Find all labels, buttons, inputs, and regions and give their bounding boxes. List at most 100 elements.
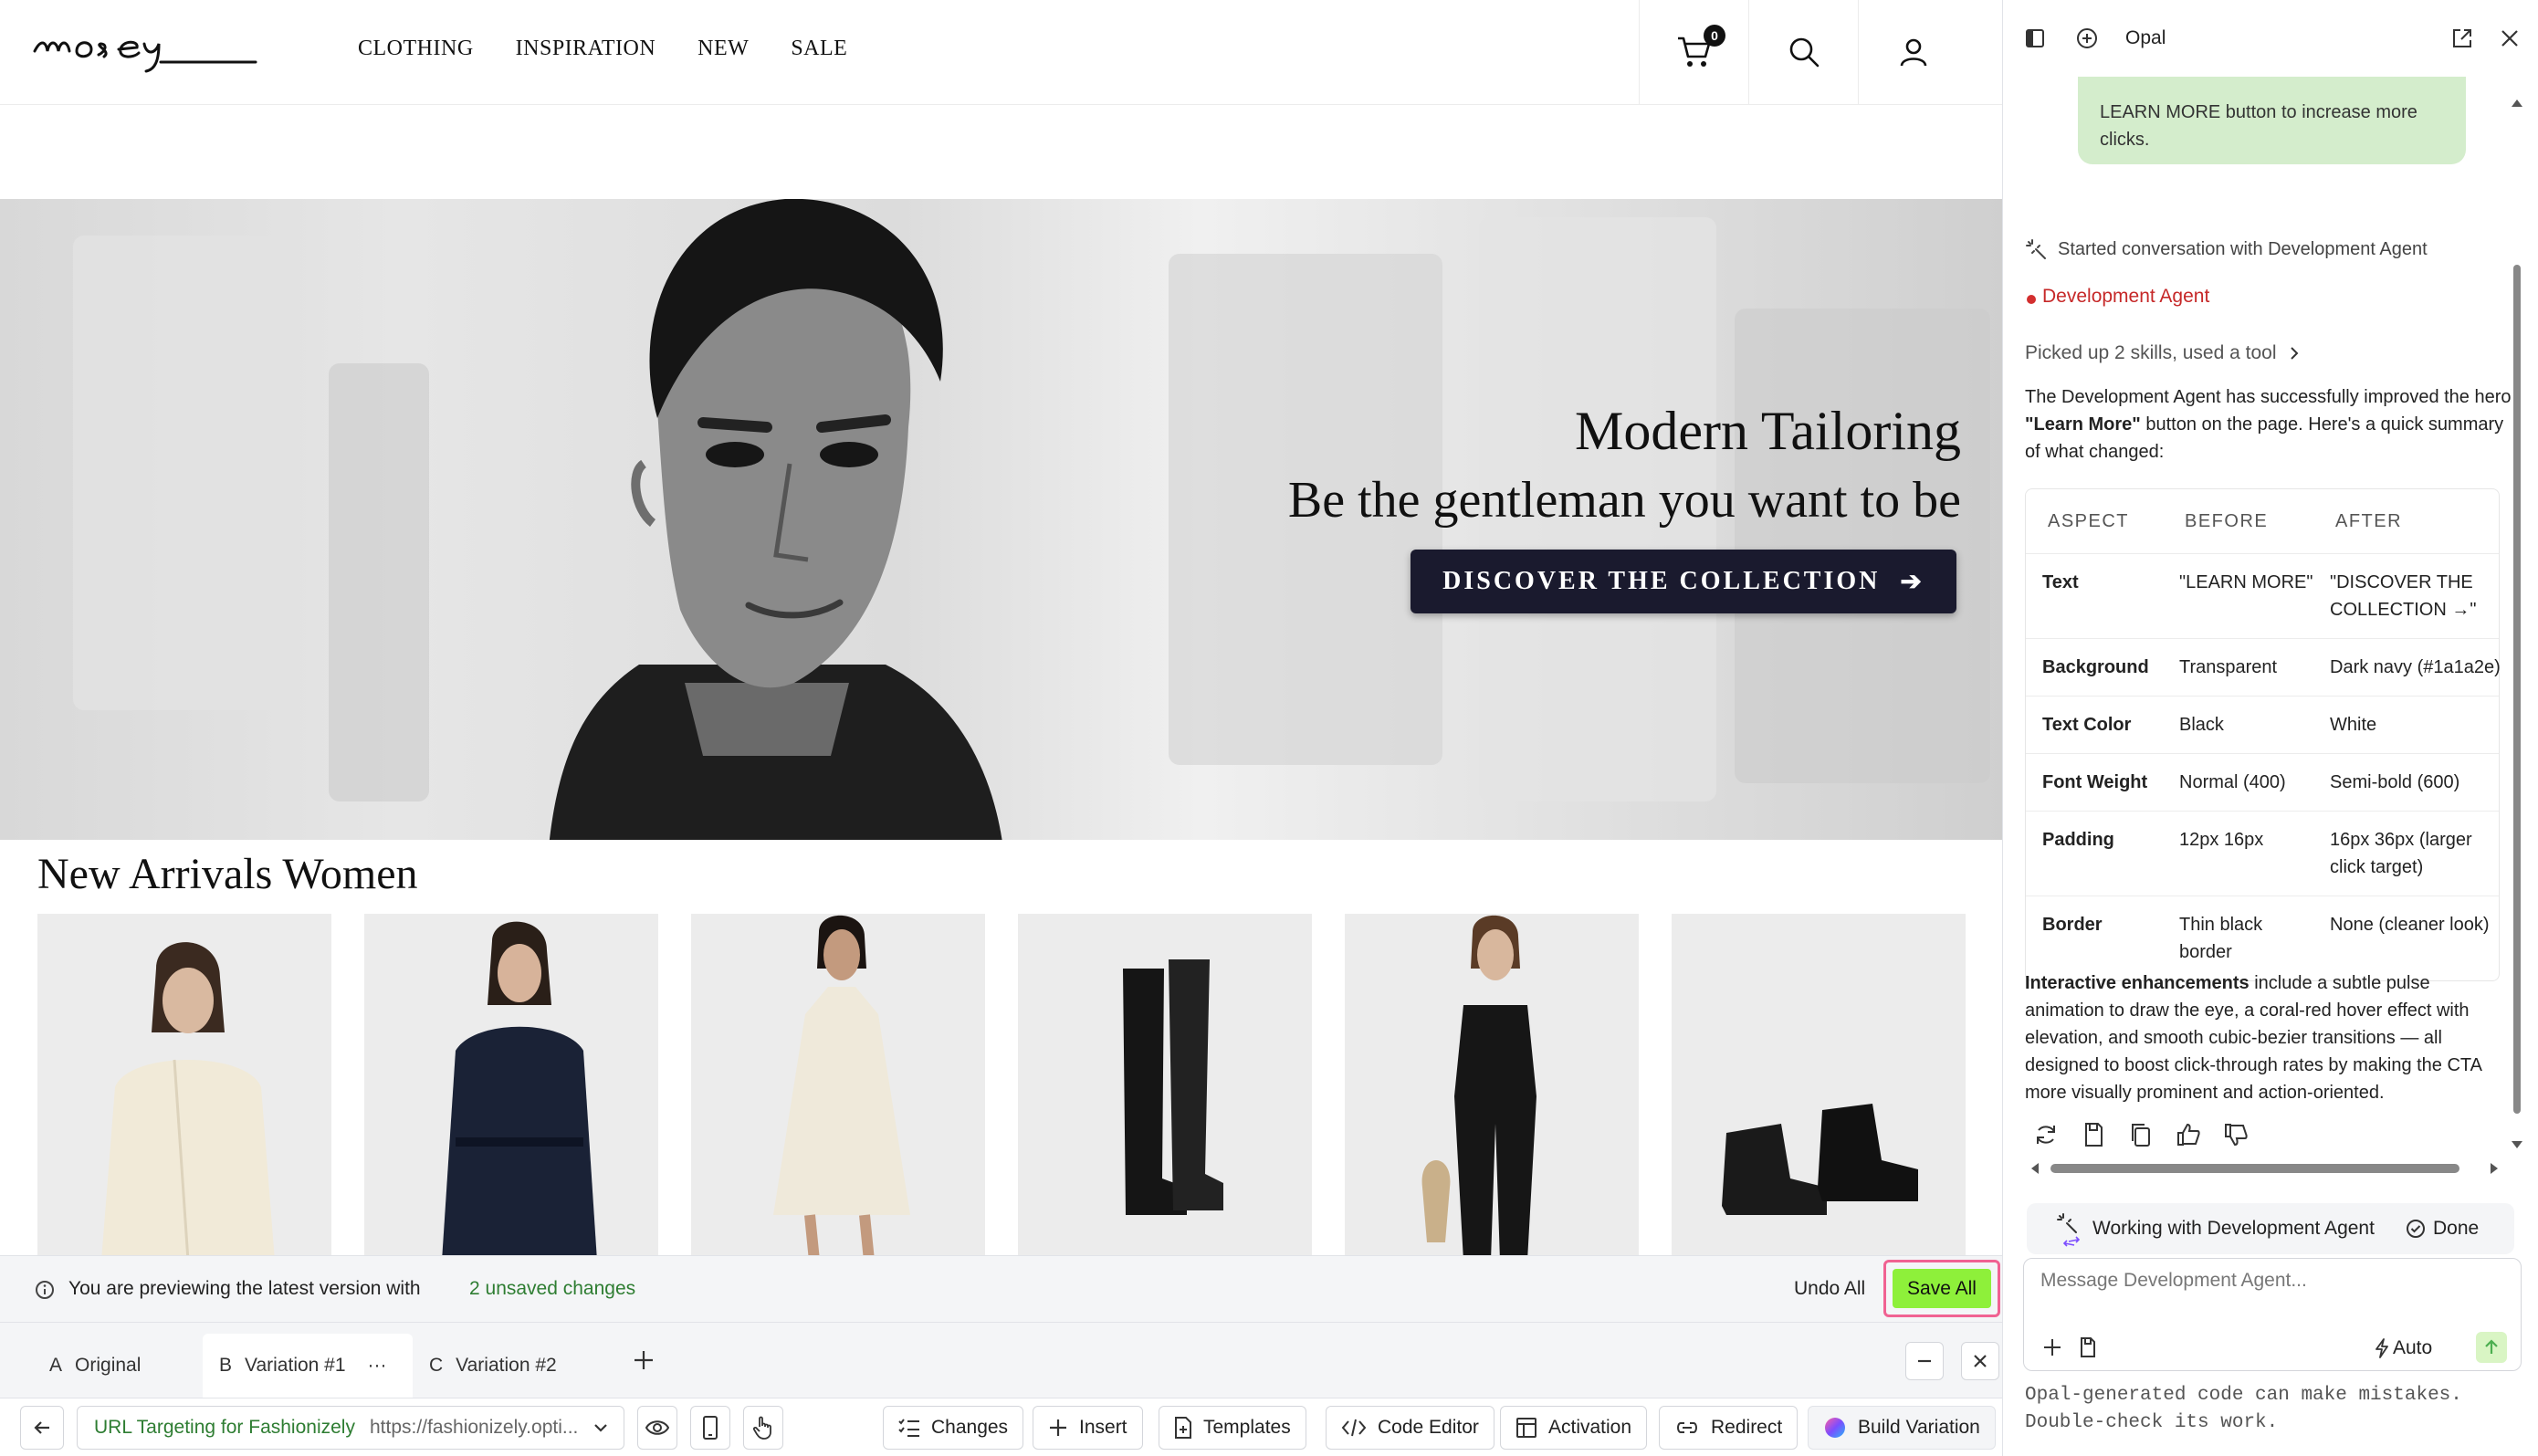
bookmark-icon[interactable] xyxy=(2080,1121,2107,1148)
url-targeting-label: URL Targeting for Fashionizely xyxy=(94,1417,355,1438)
plus-icon[interactable] xyxy=(2042,1337,2062,1357)
insert-button[interactable]: Insert xyxy=(1033,1406,1143,1450)
table-header: ASPECT xyxy=(2048,511,2130,531)
tab-original[interactable]: A Original xyxy=(33,1334,157,1398)
redirect-label: Redirect xyxy=(1711,1417,1783,1438)
product-card-black-ankle-boots[interactable] xyxy=(1672,914,1966,1255)
table-row: Font Weight Normal (400) Semi-bold (600) xyxy=(2026,753,2499,811)
open-external-icon[interactable] xyxy=(2451,27,2473,49)
scroll-left-icon[interactable] xyxy=(2029,1161,2041,1176)
info-icon xyxy=(36,1281,54,1299)
preview-notice-text: You are previewing the latest version wi… xyxy=(68,1278,421,1299)
redirect-button[interactable]: Redirect xyxy=(1659,1406,1799,1450)
arrow-left-icon xyxy=(34,1421,49,1434)
unsaved-changes-link[interactable]: 2 unsaved changes xyxy=(469,1278,635,1300)
nav-sale[interactable]: SALE xyxy=(791,37,847,61)
code-icon xyxy=(1341,1419,1367,1437)
url-targeting-select[interactable]: URL Targeting for Fashionizely https://f… xyxy=(77,1406,624,1450)
enhancements-text: Interactive enhancements include a subtl… xyxy=(2025,969,2509,1106)
ai-disclaimer: Opal-generated code can make mistakes. D… xyxy=(2025,1382,2462,1437)
send-button[interactable] xyxy=(2476,1332,2507,1363)
more-options-icon[interactable]: ··· xyxy=(368,1355,387,1377)
new-chat-icon[interactable] xyxy=(2076,27,2098,49)
auto-mode-selector[interactable]: Auto xyxy=(2393,1337,2432,1359)
message-composer: Auto xyxy=(2023,1258,2522,1371)
table-cell: Text Color xyxy=(2042,715,2132,735)
cta-label: DISCOVER THE COLLECTION xyxy=(1442,567,1881,595)
back-button[interactable] xyxy=(20,1406,64,1450)
changes-label: Changes xyxy=(931,1417,1009,1438)
variation-tabs-bar: A Original B Variation #1 ··· C Variatio… xyxy=(0,1323,2002,1398)
discover-collection-button[interactable]: DISCOVER THE COLLECTION ➔ xyxy=(1411,550,1956,613)
tab-label: Variation #1 xyxy=(245,1355,346,1376)
add-variation-icon[interactable] xyxy=(632,1348,655,1372)
cart-button[interactable]: 0 xyxy=(1639,0,1748,104)
minimize-button[interactable] xyxy=(1905,1342,1944,1380)
templates-label: Templates xyxy=(1203,1417,1291,1438)
arrow-right-icon: ➔ xyxy=(1900,568,1924,596)
hero-subtitle: Be the gentleman you want to be xyxy=(1287,472,1961,529)
product-card-white-halter-dress[interactable] xyxy=(691,914,985,1255)
white-halter-dress-icon xyxy=(773,915,910,1255)
scroll-down-icon[interactable] xyxy=(2510,1138,2524,1151)
table-cell: Padding xyxy=(2042,830,2114,850)
activation-button[interactable]: Activation xyxy=(1500,1406,1648,1450)
nav-inspiration[interactable]: INSPIRATION xyxy=(516,37,656,61)
regenerate-icon[interactable] xyxy=(2032,1121,2060,1148)
template-icon xyxy=(1175,1417,1191,1439)
horizontal-scrollbar[interactable] xyxy=(2050,1164,2459,1173)
mosey-logo[interactable] xyxy=(31,24,259,75)
minus-icon xyxy=(1918,1359,1931,1363)
opal-title: Opal xyxy=(2125,27,2166,48)
nav-new[interactable]: NEW xyxy=(697,37,749,61)
preview-notice-bar: You are previewing the latest version wi… xyxy=(0,1255,2002,1323)
product-card-cream-blouse[interactable] xyxy=(37,914,331,1255)
undo-all-button[interactable]: Undo All xyxy=(1794,1278,1865,1300)
skills-summary-toggle[interactable]: Picked up 2 skills, used a tool xyxy=(2025,342,2300,364)
nav-clothing[interactable]: CLOTHING xyxy=(358,37,474,61)
product-card-black-jumpsuit[interactable] xyxy=(1345,914,1639,1255)
started-conversation-text: Started conversation with Development Ag… xyxy=(2058,239,2428,259)
tab-label: Variation #2 xyxy=(456,1355,557,1376)
plus-icon xyxy=(1050,1419,1066,1436)
product-card-black-knee-boots[interactable] xyxy=(1018,914,1312,1255)
close-editor-button[interactable] xyxy=(1961,1342,1999,1380)
thumbs-down-icon[interactable] xyxy=(2222,1121,2250,1148)
attach-file-icon[interactable] xyxy=(2079,1336,2097,1358)
account-button[interactable] xyxy=(1858,0,1967,104)
layout-icon xyxy=(1516,1418,1536,1438)
tab-letter: A xyxy=(49,1355,63,1376)
build-variation-label: Build Variation xyxy=(1858,1417,1980,1438)
preview-button[interactable] xyxy=(637,1406,677,1450)
mobile-view-button[interactable] xyxy=(690,1406,730,1450)
table-cell: None (cleaner look) xyxy=(2330,915,2490,935)
save-all-button[interactable]: Save All xyxy=(1893,1269,1991,1308)
table-cell: Transparent xyxy=(2179,657,2278,677)
tab-variation-2[interactable]: C Variation #2 xyxy=(413,1334,573,1398)
hero-title: Modern Tailoring xyxy=(1575,401,1961,461)
sidebar-toggle-icon[interactable] xyxy=(2025,28,2045,48)
scroll-right-icon[interactable] xyxy=(2488,1161,2501,1176)
tab-letter: B xyxy=(219,1355,233,1376)
thumbs-up-icon[interactable] xyxy=(2175,1121,2202,1148)
scroll-up-icon[interactable] xyxy=(2510,97,2524,110)
user-icon xyxy=(1900,38,1926,67)
product-card-navy-coat[interactable] xyxy=(364,914,658,1255)
tab-variation-1[interactable]: B Variation #1 ··· xyxy=(203,1334,413,1398)
changes-button[interactable]: Changes xyxy=(883,1406,1024,1450)
opal-assistant-panel: LEARN MORE button to increase more click… xyxy=(2002,0,2538,1456)
copy-icon[interactable] xyxy=(2127,1121,2155,1148)
vertical-scrollbar[interactable] xyxy=(2513,265,2521,1114)
black-ankle-boots-icon xyxy=(1722,1104,1918,1215)
summary-highlight: "Learn More" xyxy=(2025,414,2141,435)
build-variation-button[interactable]: Build Variation xyxy=(1808,1406,1996,1450)
search-button[interactable] xyxy=(1748,0,1858,104)
code-editor-button[interactable]: Code Editor xyxy=(1326,1406,1494,1450)
disclaimer-line: Opal-generated code can make mistakes. xyxy=(2025,1385,2462,1406)
message-input[interactable] xyxy=(2040,1270,2497,1292)
close-icon[interactable] xyxy=(2500,28,2520,48)
interact-mode-button[interactable] xyxy=(743,1406,783,1450)
table-cell: Thin black border xyxy=(2179,915,2263,962)
table-row: Text "LEARN MORE" "DISCOVER THE COLLECTI… xyxy=(2026,553,2499,638)
templates-button[interactable]: Templates xyxy=(1159,1406,1306,1450)
